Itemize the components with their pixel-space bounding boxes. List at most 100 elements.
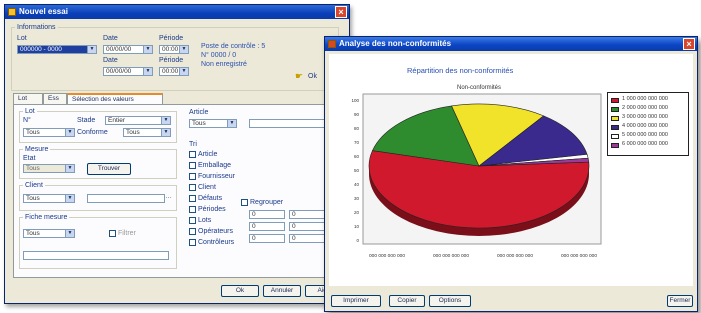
fiche-checkbox-label: Filtrer bbox=[118, 230, 136, 237]
grid-cell[interactable]: 0 bbox=[289, 222, 325, 231]
criteria-window-titlebar[interactable]: Nouvel essai × bbox=[5, 5, 349, 19]
date-b-field[interactable]: 00/00/00 ▼ bbox=[103, 67, 153, 76]
y-tick-label: 80 bbox=[354, 126, 360, 131]
grid-cell[interactable]: 0 bbox=[249, 234, 285, 243]
mesure-select[interactable]: Tous ▼ bbox=[23, 164, 75, 173]
lot-combo-field[interactable]: Entier ▼ bbox=[105, 116, 171, 125]
tab-selection[interactable]: Sélection des valeurs bbox=[67, 93, 163, 104]
lot-option-field[interactable]: Tous ▼ bbox=[123, 128, 171, 137]
time-b-field[interactable]: 00:00 ▼ bbox=[159, 67, 189, 76]
time-a-value: 00:00 bbox=[162, 46, 179, 53]
legend-label: 1 000 000 000 000 bbox=[622, 96, 668, 102]
chevron-down-icon[interactable]: ▼ bbox=[143, 68, 152, 75]
grid-cell[interactable]: 0 bbox=[249, 210, 285, 219]
tab-strip: Lot Ess Sélection des valeurs bbox=[13, 93, 333, 104]
checklist-item-label: Défauts bbox=[198, 195, 223, 202]
checklist-checkbox[interactable] bbox=[189, 195, 196, 202]
tab-ess[interactable]: Ess bbox=[43, 93, 67, 104]
chevron-down-icon[interactable]: ▼ bbox=[65, 195, 74, 202]
grid-cell[interactable]: 0 bbox=[289, 210, 325, 219]
checklist-checkbox[interactable] bbox=[189, 206, 196, 213]
legend-label: 2 000 000 000 000 bbox=[622, 105, 668, 111]
chevron-down-icon[interactable]: ▼ bbox=[227, 120, 236, 127]
time-b-value: 00:00 bbox=[162, 68, 179, 75]
close-button-label: Fermer bbox=[669, 297, 691, 304]
tab-selection-label: Sélection des valeurs bbox=[72, 96, 134, 103]
chevron-down-icon[interactable]: ▼ bbox=[161, 117, 170, 124]
info-line-2: N° 0000 / 0 bbox=[201, 52, 237, 59]
checklist-checkbox[interactable] bbox=[189, 184, 196, 191]
x-tick-label: 000 000 000 000 bbox=[561, 253, 597, 259]
copy-button[interactable]: Copier bbox=[389, 295, 425, 307]
options-button[interactable]: Options bbox=[429, 295, 471, 307]
ok-button[interactable]: Ok bbox=[221, 285, 259, 297]
legend-swatch bbox=[611, 98, 619, 103]
print-button[interactable]: Imprimer bbox=[331, 295, 381, 307]
chevron-down-icon[interactable]: ▼ bbox=[179, 68, 188, 75]
lot-label: Lot bbox=[17, 35, 27, 42]
client-value: Tous bbox=[26, 195, 40, 202]
copy-button-label: Copier bbox=[397, 297, 417, 304]
client-group-label: Client bbox=[23, 182, 45, 189]
checklist-checkbox[interactable] bbox=[189, 151, 196, 158]
tab-lot-label: Lot bbox=[18, 95, 28, 102]
period-b-label: Période bbox=[159, 57, 184, 64]
plot-inner-title: Non-conformités bbox=[457, 85, 501, 91]
client-input[interactable] bbox=[87, 194, 165, 203]
checklist-checkbox[interactable] bbox=[189, 228, 196, 235]
y-tick-label: 50 bbox=[354, 168, 360, 173]
chevron-down-icon[interactable]: ▼ bbox=[65, 129, 74, 136]
y-tick-label: 70 bbox=[354, 140, 360, 145]
ok-icon[interactable]: ☛ bbox=[295, 71, 303, 82]
chevron-down-icon[interactable]: ▼ bbox=[65, 230, 74, 237]
date-a-value: 00/00/00 bbox=[106, 46, 132, 53]
legend-swatch bbox=[611, 116, 619, 121]
lot-group-label: Lot bbox=[23, 108, 37, 115]
cancel-button[interactable]: Annuler bbox=[263, 285, 301, 297]
side-ok-label[interactable]: Ok bbox=[308, 73, 317, 80]
lot-select[interactable]: 000000 - 0000 ▼ bbox=[17, 45, 97, 54]
close-icon[interactable]: × bbox=[335, 6, 347, 18]
article-value: Tous bbox=[192, 120, 206, 127]
time-a-field[interactable]: 00:00 ▼ bbox=[159, 45, 189, 54]
x-tick-label: 000 000 000 000 bbox=[433, 253, 469, 259]
article-select[interactable]: Tous ▼ bbox=[189, 119, 237, 128]
checklist-checkbox[interactable] bbox=[189, 217, 196, 224]
criteria-window: Nouvel essai × Informations Lot 000000 -… bbox=[4, 4, 350, 304]
regroup-checkbox[interactable] bbox=[241, 199, 248, 206]
fiche-checkbox[interactable] bbox=[109, 230, 116, 237]
chart-window-titlebar[interactable]: Analyse des non-conformités × bbox=[325, 37, 697, 51]
mesure-group-label: Mesure bbox=[23, 146, 51, 153]
chevron-down-icon[interactable]: ▼ bbox=[87, 46, 96, 53]
legend-item: 2 000 000 000 000 bbox=[611, 105, 687, 113]
checklist-checkbox[interactable] bbox=[189, 162, 196, 169]
grid-cell[interactable]: 0 bbox=[249, 222, 285, 231]
fiche-input[interactable] bbox=[23, 251, 169, 260]
chevron-down-icon[interactable]: ▼ bbox=[161, 129, 170, 136]
chevron-down-icon[interactable]: ▼ bbox=[65, 165, 74, 172]
lot-value: Tous bbox=[26, 129, 40, 136]
period-a-label: Période bbox=[159, 35, 184, 42]
browse-icon[interactable]: … bbox=[165, 193, 172, 200]
checklist-checkbox[interactable] bbox=[189, 173, 196, 180]
close-icon[interactable]: × bbox=[683, 38, 695, 50]
criteria-window-title: Nouvel essai bbox=[19, 7, 68, 16]
article-input[interactable] bbox=[249, 119, 331, 128]
checklist-item-label: Lots bbox=[198, 217, 212, 224]
checklist-checkbox[interactable] bbox=[189, 239, 196, 246]
fiche-select[interactable]: Tous ▼ bbox=[23, 229, 75, 238]
tab-lot[interactable]: Lot bbox=[13, 93, 43, 104]
fiche-group bbox=[19, 217, 177, 269]
legend-swatch bbox=[611, 143, 619, 148]
lot-value-field[interactable]: Tous ▼ bbox=[23, 128, 75, 137]
trouver-button[interactable]: Trouver bbox=[87, 163, 131, 175]
date-a-field[interactable]: 00/00/00 ▼ bbox=[103, 45, 153, 54]
close-button[interactable]: Fermer bbox=[667, 295, 693, 307]
y-tick-label: 0 bbox=[356, 238, 359, 243]
chevron-down-icon[interactable]: ▼ bbox=[179, 46, 188, 53]
client-select[interactable]: Tous ▼ bbox=[23, 194, 75, 203]
grid-cell[interactable]: 0 bbox=[289, 234, 325, 243]
chevron-down-icon[interactable]: ▼ bbox=[143, 46, 152, 53]
legend-item: 6 000 000 000 000 bbox=[611, 141, 687, 149]
chart-panel: Répartition des non-conformités Non-conf… bbox=[329, 54, 693, 286]
